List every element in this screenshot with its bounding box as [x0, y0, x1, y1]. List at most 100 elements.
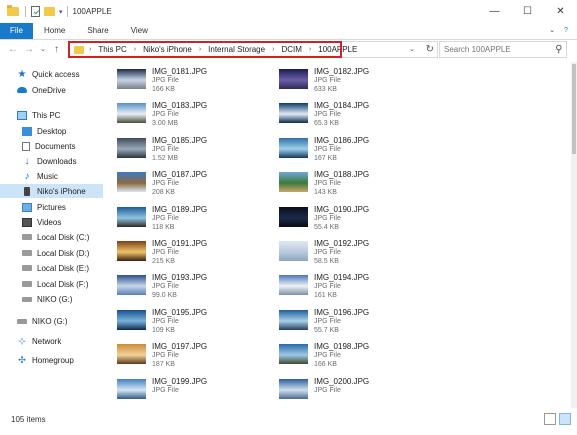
sidebar-item[interactable]: Local Disk (D:)	[0, 246, 103, 260]
file-item[interactable]: IMG_0199.JPG JPG File	[105, 372, 255, 406]
homegroup-icon: ✣	[18, 354, 26, 365]
file-item[interactable]: IMG_0193.JPG JPG File 99.0 KB	[105, 268, 255, 302]
file-item[interactable]: IMG_0190.JPG JPG File 55.4 KB	[267, 200, 417, 234]
view-switcher	[541, 413, 571, 425]
address-bar[interactable]: › This PC › Niko's iPhone › Internal Sto…	[68, 41, 438, 58]
file-size: 99.0 KB	[152, 292, 177, 300]
sidebar-item-label: OneDrive	[32, 85, 66, 95]
file-item[interactable]: IMG_0187.JPG JPG File 208 KB	[105, 165, 255, 199]
tab-share[interactable]: Share	[76, 23, 119, 39]
thumbnail-image	[117, 344, 146, 365]
sidebar-item[interactable]: NIKO (G:)	[0, 292, 103, 306]
folder-icon	[7, 5, 19, 16]
sidebar-item[interactable]: Pictures	[0, 200, 103, 214]
file-size: 58.5 KB	[314, 258, 339, 265]
file-name: IMG_0182.JPG	[314, 67, 370, 76]
file-name: IMG_0188.JPG	[314, 170, 370, 180]
file-item[interactable]: IMG_0184.JPG JPG File 65.3 KB	[267, 96, 417, 130]
file-type: JPG File	[314, 352, 341, 360]
sidebar-item[interactable]: Videos	[0, 215, 103, 229]
disk-icon	[22, 265, 32, 271]
search-input[interactable]	[440, 42, 548, 57]
sidebar-item[interactable]: Local Disk (C:)	[0, 230, 103, 244]
file-item[interactable]: IMG_0188.JPG JPG File 143 KB	[267, 165, 417, 199]
file-item[interactable]: IMG_0196.JPG JPG File 55.7 KB	[267, 303, 417, 337]
file-item[interactable]: IMG_0185.JPG JPG File 1.52 MB	[105, 131, 255, 165]
thumbnail-image	[279, 344, 308, 365]
minimize-button[interactable]: —	[478, 0, 511, 23]
sidebar-item[interactable]: NIKO (G:)	[0, 314, 103, 328]
scrollbar-thumb[interactable]	[572, 64, 576, 154]
sidebar-item[interactable]: Desktop	[0, 124, 103, 138]
sidebar-item[interactable]: ⊹ Network	[0, 334, 103, 348]
up-arrow-icon[interactable]: ↑	[54, 43, 59, 57]
title-bar: ▾ 100APPLE — ☐ ✕	[0, 0, 577, 23]
sidebar-item[interactable]: ★ Quick access	[0, 67, 103, 81]
large-icons-view-icon[interactable]	[559, 413, 571, 425]
maximize-button[interactable]: ☐	[511, 0, 544, 23]
file-size: 3.00 MB	[152, 120, 179, 128]
file-item[interactable]: IMG_0189.JPG JPG File 118 KB	[105, 200, 255, 234]
file-item[interactable]: IMG_0183.JPG JPG File 3.00 MB	[105, 96, 255, 130]
file-item[interactable]: IMG_0186.JPG JPG File 167 KB	[267, 131, 417, 165]
file-size: 633 KB	[314, 86, 337, 93]
search-box[interactable]: ⚲	[439, 41, 567, 58]
file-item[interactable]: IMG_0197.JPG JPG File 187 KB	[105, 337, 255, 371]
thumbnail-image	[117, 378, 146, 399]
file-item[interactable]: IMG_0200.JPG JPG File	[267, 372, 417, 406]
sidebar-item-label: Quick access	[32, 69, 80, 79]
sidebar-item[interactable]: ♪ Music	[0, 169, 103, 183]
refresh-icon[interactable]: ↻	[426, 42, 434, 57]
file-name: IMG_0195.JPG	[152, 307, 208, 317]
file-item[interactable]: IMG_0191.JPG JPG File 215 KB	[105, 234, 255, 268]
file-type: JPG File	[314, 77, 341, 84]
file-item[interactable]: IMG_0182.JPG JPG File 633 KB	[267, 62, 417, 96]
new-folder-icon[interactable]	[44, 7, 55, 16]
close-button[interactable]: ✕	[544, 0, 577, 23]
expand-ribbon-icon[interactable]: ⌄	[545, 23, 559, 39]
sidebar-item[interactable]: ↓ Downloads	[0, 154, 103, 168]
help-icon[interactable]: ?	[559, 23, 573, 39]
sidebar-item-label: This PC	[32, 110, 61, 120]
file-type: JPG File	[314, 283, 341, 291]
sidebar-item[interactable]: ✣ Homegroup	[0, 353, 103, 367]
file-item[interactable]: IMG_0198.JPG JPG File 166 KB	[267, 337, 417, 371]
file-item[interactable]: IMG_0181.JPG JPG File 166 KB	[105, 62, 255, 96]
file-item[interactable]: IMG_0192.JPG JPG File 58.5 KB	[267, 234, 417, 268]
sidebar-item[interactable]: This PC	[0, 108, 103, 122]
sidebar-item-label: Homegroup	[32, 355, 74, 365]
details-view-icon[interactable]	[544, 413, 556, 425]
chevron-down-icon[interactable]: ⌄	[409, 42, 415, 57]
cloud-icon	[17, 87, 27, 93]
sidebar-item[interactable]: OneDrive	[0, 83, 103, 97]
sidebar-item-label: Local Disk (F:)	[37, 279, 89, 289]
recent-locations-icon[interactable]: ⌄	[40, 43, 46, 57]
file-type: JPG File	[152, 317, 179, 325]
file-size: 166 KB	[314, 361, 337, 369]
quick-access-toolbar: ▾	[7, 5, 73, 17]
tab-file[interactable]: File	[0, 23, 33, 39]
sidebar-item[interactable]: Local Disk (E:)	[0, 261, 103, 275]
forward-arrow-icon[interactable]: →	[24, 43, 34, 57]
back-arrow-icon[interactable]: ←	[8, 43, 18, 57]
sidebar-item[interactable]: Local Disk (F:)	[0, 277, 103, 291]
search-icon[interactable]: ⚲	[555, 44, 562, 55]
desktop-icon	[22, 126, 32, 136]
sidebar-item[interactable]: Documents	[0, 139, 103, 153]
sidebar-item[interactable]: Niko's iPhone	[0, 184, 103, 198]
customize-toolbar-icon[interactable]: ▾	[59, 8, 63, 16]
file-item[interactable]: IMG_0194.JPG JPG File 161 KB	[267, 268, 417, 302]
vertical-scrollbar[interactable]	[571, 62, 577, 408]
file-item[interactable]: IMG_0195.JPG JPG File 109 KB	[105, 303, 255, 337]
sidebar-item-label: NIKO (G:)	[37, 294, 73, 304]
thumbnail-image	[279, 275, 308, 296]
file-size: 143 KB	[314, 189, 337, 197]
tab-home[interactable]: Home	[33, 23, 76, 39]
file-size: 55.7 KB	[314, 326, 339, 334]
file-size: 215 KB	[152, 258, 175, 265]
thumbnail-image	[117, 309, 146, 330]
tab-view[interactable]: View	[120, 23, 159, 39]
file-name: IMG_0187.JPG	[152, 170, 208, 180]
properties-icon[interactable]	[31, 6, 40, 17]
computer-icon	[17, 110, 27, 120]
